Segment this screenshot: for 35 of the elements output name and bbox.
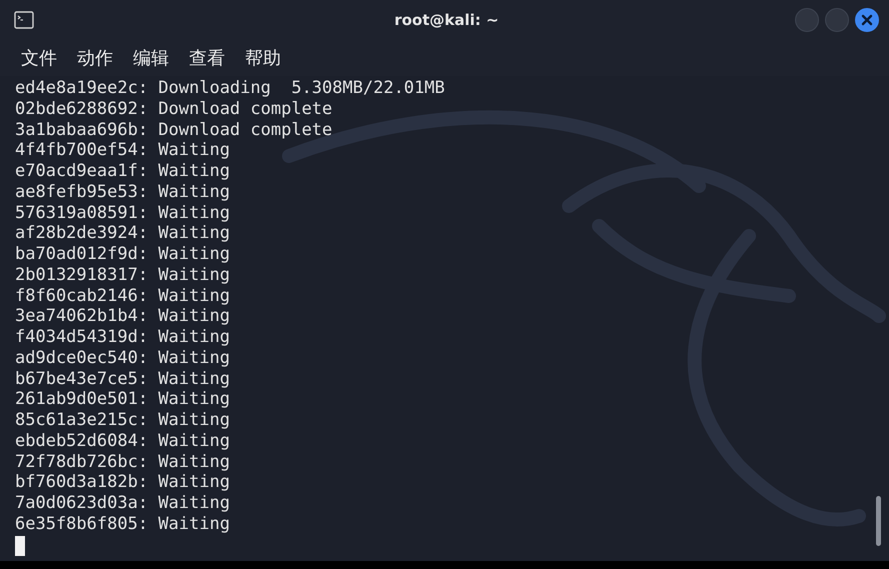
close-button[interactable] [855, 8, 879, 32]
terminal-line: 72f78db726bc: Waiting [15, 452, 231, 472]
terminal-line: 7a0d0623d03a: Waiting [15, 493, 231, 514]
terminal-line: 6e35f8b6f805: Waiting [15, 514, 231, 534]
menu-item[interactable]: 查看 [189, 46, 225, 70]
menu-item[interactable]: 编辑 [133, 46, 169, 70]
minimize-button[interactable] [795, 8, 819, 32]
terminal-line: f4034d54319d: Waiting [15, 327, 231, 348]
terminal-line: ba70ad012f9d: Waiting [15, 244, 231, 265]
terminal-line: 3a1babaa696b: Download complete [15, 120, 334, 140]
scrollbar-thumb[interactable] [876, 496, 881, 546]
terminal-line: bf760d3a182b: Waiting [15, 472, 231, 493]
terminal-line: b67be43e7ce5: Waiting [15, 368, 231, 390]
terminal-line: 3ea74062b1b4: Waiting [15, 306, 231, 327]
menu-item[interactable]: 文件 [21, 46, 57, 70]
terminal-line: 576319a08591: Waiting [15, 202, 231, 224]
terminal-icon [14, 11, 34, 29]
maximize-button[interactable] [825, 8, 849, 32]
terminal-line: ed4e8a19ee2c: Downloading 5.308MB/22.01MB [15, 78, 446, 99]
close-icon [861, 14, 873, 26]
menu-item[interactable]: 帮助 [245, 46, 281, 70]
text-cursor [15, 536, 25, 556]
terminal-line: 4f4fb700ef54: Waiting [15, 140, 231, 161]
terminal-line: e70acd9eaa1f: Waiting [15, 161, 231, 182]
terminal-line: 261ab9d0e501: Waiting [15, 389, 231, 410]
terminal-line: ebdeb52d6084: Waiting [15, 430, 231, 452]
window-title: root@kali: ~ [394, 11, 499, 29]
terminal-line: ad9dce0ec540: Waiting [15, 348, 231, 368]
terminal-line: af28b2de3924: Waiting [15, 223, 231, 244]
terminal-line: 02bde6288692: Download complete [15, 98, 334, 120]
terminal-line: ae8fefb95e53: Waiting [15, 182, 231, 202]
terminal-line: 2b0132918317: Waiting [15, 264, 231, 286]
menu-item[interactable]: 动作 [77, 46, 113, 70]
terminal-line: 85c61a3e215c: Waiting [15, 410, 231, 431]
terminal-line: f8f60cab2146: Waiting [15, 286, 231, 306]
